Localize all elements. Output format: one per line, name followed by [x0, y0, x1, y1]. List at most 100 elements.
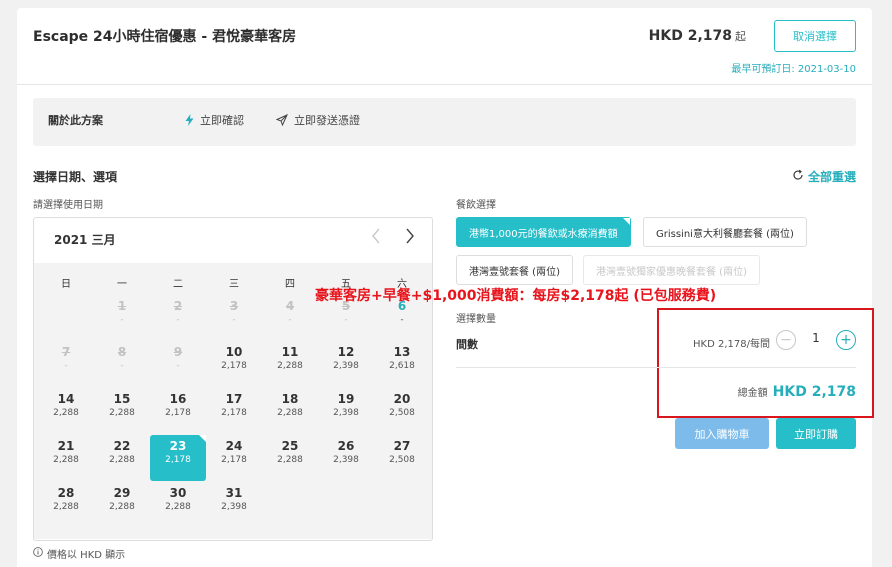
calendar-day: 1-: [94, 295, 150, 341]
dining-option-grissini[interactable]: Grissini意大利餐廳套餐 (兩位): [643, 217, 807, 247]
increase-quantity-button[interactable]: +: [836, 330, 856, 350]
promo-annotation: 豪華客房+早餐+$1,000消費額：每房$2,178起 (已包服務費): [315, 288, 717, 304]
day-number: 13: [393, 345, 411, 359]
calendar-day-selected[interactable]: 23 2,178: [150, 435, 206, 481]
minus-icon: −: [780, 332, 792, 348]
weekday-header: 一: [117, 279, 127, 290]
calendar-day: 2-: [150, 295, 206, 341]
next-month-button[interactable]: [400, 228, 420, 248]
chevron-left-icon: [371, 228, 381, 248]
day-price: 2,178: [165, 455, 191, 465]
day-number: 19: [337, 392, 355, 406]
day-number: 17: [225, 392, 243, 406]
day-price: -: [232, 315, 236, 325]
day-price: 2,178: [165, 408, 191, 418]
calendar-day[interactable]: 12 2,398: [318, 341, 374, 387]
unit-price: HKD 2,178/每間: [693, 339, 770, 350]
day-number: 30: [169, 486, 187, 500]
calendar-day[interactable]: 10 2,178: [206, 341, 262, 387]
day-price: -: [344, 315, 348, 325]
day-number: 11: [281, 345, 299, 359]
dining-option-spa-credit[interactable]: 港幣1,000元的餐飲或水療消費額: [456, 217, 631, 247]
day-number: 22: [113, 439, 131, 453]
decrease-quantity-button[interactable]: −: [776, 330, 796, 350]
calendar-day[interactable]: 30 2,288: [150, 482, 206, 528]
send-icon: [276, 114, 288, 126]
day-number: 25: [281, 439, 299, 453]
calendar-day: 7-: [38, 341, 94, 387]
calendar-day[interactable]: 16 2,178: [150, 388, 206, 434]
day-number: 4: [285, 299, 295, 313]
day-number: 16: [169, 392, 187, 406]
add-to-cart-button[interactable]: 加入購物車: [675, 418, 769, 449]
dining-option-harbour-one-dinner: 港灣壹號獨家優惠晚餐套餐 (兩位): [583, 255, 760, 285]
calendar-day[interactable]: 15 2,288: [94, 388, 150, 434]
day-price: 2,508: [389, 408, 415, 418]
day-price: -: [64, 361, 68, 371]
day-price: 2,288: [109, 408, 135, 418]
day-price: -: [120, 315, 124, 325]
total-amount: 總金額 HKD 2,178: [738, 384, 856, 400]
package-title: Escape 24小時住宿優惠 - 君悅豪華客房: [33, 29, 297, 45]
prev-month-button[interactable]: [366, 228, 386, 248]
day-number: 31: [225, 486, 243, 500]
plus-icon: +: [840, 332, 852, 348]
day-price: 2,288: [277, 455, 303, 465]
calendar-day[interactable]: 18 2,288: [262, 388, 318, 434]
calendar-day[interactable]: 11 2,288: [262, 341, 318, 387]
day-number: 29: [113, 486, 131, 500]
calendar-day[interactable]: 29 2,288: [94, 482, 150, 528]
day-price: 2,288: [53, 455, 79, 465]
day-price: 2,288: [277, 361, 303, 371]
calendar-day[interactable]: 21 2,288: [38, 435, 94, 481]
total-value: HKD 2,178: [772, 384, 856, 400]
calendar-day[interactable]: 31 2,398: [206, 482, 262, 528]
calendar-day[interactable]: 22 2,288: [94, 435, 150, 481]
lightning-icon: [185, 114, 194, 126]
quantity-value[interactable]: 1: [807, 331, 825, 345]
divider: [17, 84, 872, 85]
day-number: 24: [225, 439, 243, 453]
calendar-day: 3-: [206, 295, 262, 341]
weekday-header: 三: [229, 279, 239, 290]
dining-option-harbour-one[interactable]: 港灣壹號套餐 (兩位): [456, 255, 573, 285]
calendar-day[interactable]: 24 2,178: [206, 435, 262, 481]
calendar-day[interactable]: 27 2,508: [374, 435, 430, 481]
day-number: 27: [393, 439, 411, 453]
calendar-day[interactable]: 13 2,618: [374, 341, 430, 387]
day-number: 15: [113, 392, 131, 406]
day-price: 2,398: [333, 408, 359, 418]
currency-note-text: 價格以 HKD 顯示: [47, 550, 126, 561]
dining-label: 餐飲選擇: [456, 200, 496, 211]
about-plan-label: 關於此方案: [48, 114, 103, 127]
day-number: 28: [57, 486, 75, 500]
calendar-day[interactable]: 25 2,288: [262, 435, 318, 481]
day-price: 2,288: [109, 502, 135, 512]
calendar-day[interactable]: 28 2,288: [38, 482, 94, 528]
day-price: -: [120, 361, 124, 371]
calendar-day[interactable]: 26 2,398: [318, 435, 374, 481]
day-price: 2,398: [333, 361, 359, 371]
divider: [456, 367, 856, 368]
calendar-month: 2021 三月: [54, 233, 116, 247]
reset-all-button[interactable]: 全部重選: [792, 168, 856, 185]
calendar-day[interactable]: 20 2,508: [374, 388, 430, 434]
day-price: 2,178: [221, 455, 247, 465]
calendar-day[interactable]: 17 2,178: [206, 388, 262, 434]
dining-option-label: 港灣壹號套餐 (兩位): [469, 266, 560, 278]
calendar-day: 8-: [94, 341, 150, 387]
calendar-day: 9-: [150, 341, 206, 387]
day-price: 2,618: [389, 361, 415, 371]
day-price: -: [400, 315, 404, 325]
calendar-day[interactable]: 19 2,398: [318, 388, 374, 434]
weekday-header: 日: [61, 279, 71, 290]
instant-confirm-item: 立即確認: [185, 112, 244, 128]
day-number: 2: [173, 299, 183, 313]
day-number: 23: [169, 439, 187, 453]
calendar-day[interactable]: 14 2,288: [38, 388, 94, 434]
date-select-label: 請選擇使用日期: [33, 200, 103, 211]
book-now-button[interactable]: 立即訂購: [776, 418, 856, 449]
product-card: Escape 24小時住宿優惠 - 君悅豪華客房 HKD 2,178 起 取消選擇…: [17, 8, 874, 567]
currency-note: 價格以 HKD 顯示: [33, 546, 125, 561]
cancel-selection-button[interactable]: 取消選擇: [774, 20, 856, 52]
